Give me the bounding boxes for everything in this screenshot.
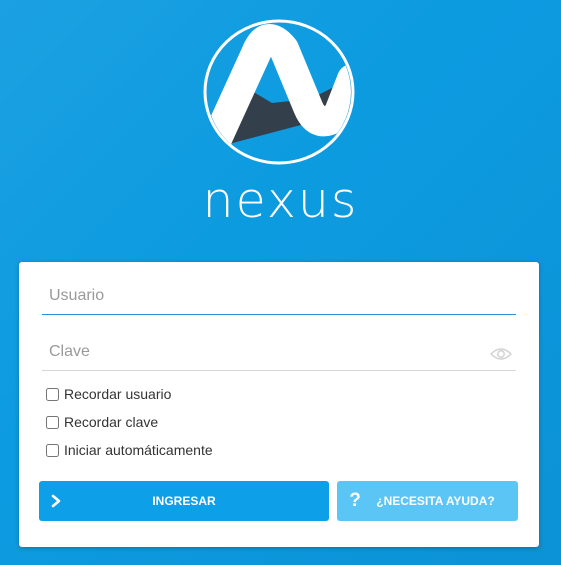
remember-password-checkbox[interactable] (46, 415, 59, 429)
remember-user-checkbox[interactable] (46, 387, 59, 401)
chevron-right-icon (49, 491, 65, 511)
remember-user-label: Recordar usuario (64, 386, 172, 402)
password-field-wrapper (42, 334, 516, 371)
login-button-label: INGRESAR (152, 494, 216, 508)
remember-password-option[interactable]: Recordar clave (46, 412, 158, 432)
nexus-logo-icon (202, 19, 356, 165)
help-button[interactable]: ? ¿NECESITA AYUDA? (337, 481, 518, 521)
login-card: Recordar usuario Recordar clave Iniciar … (19, 262, 539, 547)
help-button-label: ¿NECESITA AYUDA? (376, 494, 495, 508)
password-input[interactable] (42, 334, 516, 370)
remember-password-label: Recordar clave (64, 414, 159, 430)
remember-user-option[interactable]: Recordar usuario (46, 384, 171, 404)
username-field-wrapper (42, 278, 516, 315)
auto-login-option[interactable]: Iniciar automáticamente (46, 440, 213, 460)
question-mark-icon: ? (349, 490, 361, 511)
username-input[interactable] (42, 278, 516, 314)
eye-icon[interactable] (489, 347, 513, 361)
auto-login-checkbox[interactable] (46, 443, 59, 457)
auto-login-label: Iniciar automáticamente (64, 442, 213, 458)
brand-name: nexus (202, 172, 359, 229)
login-button[interactable]: INGRESAR (39, 481, 329, 521)
